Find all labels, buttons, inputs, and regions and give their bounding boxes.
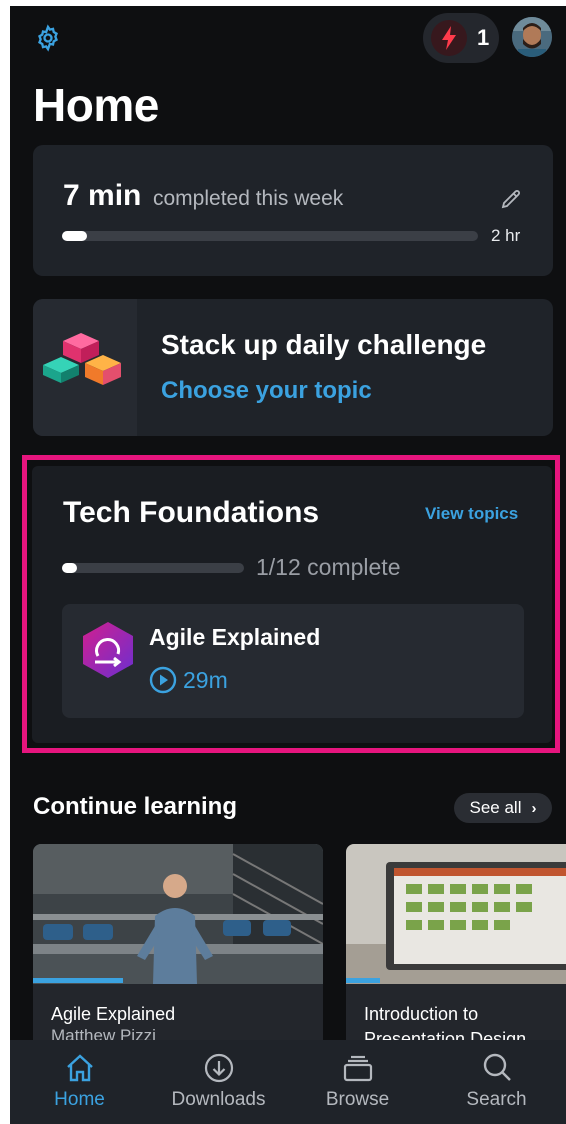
tile-title: Agile Explained (51, 1004, 176, 1024)
browse-stack-icon (343, 1055, 373, 1082)
lightning-bolt-icon (442, 26, 456, 50)
tab-search[interactable]: Search (427, 1040, 566, 1124)
weekly-goal-target: 2 hr (491, 226, 521, 245)
see-all-label: See all (469, 798, 522, 817)
course-duration: 29m (149, 666, 228, 694)
play-circle-icon (149, 666, 177, 694)
download-icon (204, 1053, 234, 1083)
path-progress-bar (62, 563, 244, 573)
chevron-right-icon: › (531, 799, 537, 817)
gear-icon[interactable] (34, 24, 62, 52)
streak-badge[interactable]: 1 (423, 13, 499, 63)
tile-title-line1: Introduction to (364, 1004, 479, 1024)
search-icon (483, 1053, 511, 1081)
edit-pencil-icon[interactable] (499, 187, 523, 211)
page-title: Home (33, 79, 159, 131)
course-title: Agile Explained (149, 624, 321, 650)
tab-home[interactable]: Home (10, 1040, 149, 1124)
path-progress-fill (62, 563, 78, 573)
tab-label: Browse (325, 1089, 390, 1110)
weekly-goal-label: completed this week (153, 187, 344, 210)
tab-label: Downloads (171, 1089, 266, 1110)
weekly-minutes: 7 min (63, 179, 142, 212)
course-row[interactable]: Agile Explained 29m (62, 604, 524, 718)
weekly-progress-bar (62, 231, 478, 241)
daily-challenge-card[interactable]: Stack up daily challenge Choose your top… (33, 299, 553, 436)
see-all-button[interactable]: See all › (454, 793, 552, 823)
video-thumbnail-presenter (33, 844, 323, 984)
tab-label: Search (466, 1089, 527, 1110)
top-bar: 1 (10, 6, 566, 68)
bottom-tab-bar: Home Downloads Browse Search (10, 1040, 566, 1124)
streak-icon-wrap (431, 20, 467, 56)
challenge-title: Stack up daily challenge (161, 329, 487, 360)
avatar[interactable] (512, 17, 552, 57)
path-title: Tech Foundations (63, 496, 320, 529)
stacked-cubes-icon (43, 333, 121, 385)
path-card: Tech Foundations View topics 1/12 comple… (32, 466, 552, 743)
tab-browse[interactable]: Browse (288, 1040, 427, 1124)
home-icon (67, 1054, 93, 1082)
video-thumbnail-laptop (346, 844, 566, 984)
agile-course-icon (83, 622, 133, 678)
tab-downloads[interactable]: Downloads (149, 1040, 288, 1124)
continue-learning-title: Continue learning (33, 793, 237, 820)
tile-progress-bar (346, 978, 380, 983)
course-duration-text: 29m (183, 666, 228, 693)
streak-count: 1 (477, 25, 490, 50)
tile-progress-bar (33, 978, 123, 983)
weekly-goal-card: 7 min completed this week 2 hr (33, 145, 553, 276)
challenge-art (33, 299, 137, 436)
avatar-image (512, 17, 552, 57)
view-topics-link[interactable]: View topics (425, 504, 518, 524)
choose-topic-link[interactable]: Choose your topic (161, 377, 372, 405)
weekly-progress-fill (62, 231, 87, 241)
app-screen: 1 Home 7 min completed this week 2 hr St… (10, 6, 566, 1124)
path-progress-text: 1/12 complete (256, 554, 401, 580)
tab-label: Home (54, 1089, 105, 1110)
